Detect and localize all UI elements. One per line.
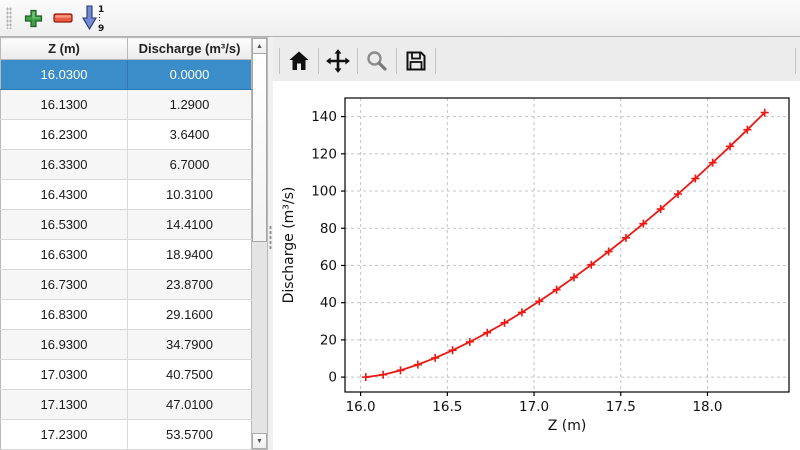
- rating-table: Z (m) Discharge (m³/s) 16.03000.000016.1…: [0, 37, 252, 450]
- y-tick-label: 100: [311, 184, 337, 200]
- chart-home-button[interactable]: [282, 45, 316, 77]
- table-cell[interactable]: 16.3300: [1, 150, 128, 180]
- chart-save-button[interactable]: [399, 45, 433, 77]
- table-cell[interactable]: 18.9400: [128, 240, 252, 270]
- toolbar-separator: [318, 48, 319, 74]
- table-cell[interactable]: 47.0100: [128, 390, 252, 420]
- table-row[interactable]: 16.430010.3100: [1, 180, 252, 210]
- scrollbar-up-button[interactable]: ▲: [252, 38, 267, 54]
- table-cell[interactable]: 6.7000: [128, 150, 252, 180]
- table-cell[interactable]: 16.1300: [1, 90, 128, 120]
- y-axis-label: Discharge (m³/s): [281, 187, 297, 304]
- table-cell[interactable]: 16.4300: [1, 180, 128, 210]
- move-icon: [325, 48, 351, 74]
- sort-rows-button[interactable]: 1 9: [78, 3, 108, 33]
- table-cell[interactable]: 10.3100: [128, 180, 252, 210]
- table-cell[interactable]: 17.1300: [1, 390, 128, 420]
- magnifier-icon: [365, 49, 389, 73]
- table-row[interactable]: 16.23003.6400: [1, 120, 252, 150]
- table-cell[interactable]: 16.5300: [1, 210, 128, 240]
- svg-text:9: 9: [98, 24, 104, 32]
- y-tick-label: 40: [320, 295, 337, 311]
- table-scrollbar[interactable]: ▲ ▼: [252, 37, 268, 450]
- table-row[interactable]: 17.130047.0100: [1, 390, 252, 420]
- y-tick-label: 140: [311, 109, 337, 125]
- table-row[interactable]: 17.230053.5700: [1, 420, 252, 450]
- splitter-grip-icon: [269, 225, 272, 249]
- home-icon: [287, 49, 311, 73]
- table-row[interactable]: 16.03000.0000: [1, 60, 252, 90]
- x-tick-label: 17.5: [606, 399, 636, 415]
- table-cell[interactable]: 16.8300: [1, 300, 128, 330]
- toolbar-separator: [435, 48, 436, 74]
- table-cell[interactable]: 16.0300: [1, 60, 128, 90]
- y-tick-label: 120: [311, 146, 337, 162]
- chart-toolbar: [273, 37, 800, 81]
- table-cell[interactable]: 1.2900: [128, 90, 252, 120]
- panel-splitter[interactable]: [268, 37, 273, 450]
- table-cell[interactable]: 16.9300: [1, 330, 128, 360]
- table-cell[interactable]: 53.5700: [128, 420, 252, 450]
- x-tick-label: 16.5: [432, 399, 462, 415]
- svg-text:1: 1: [98, 5, 104, 15]
- scrollbar-thumb[interactable]: [252, 54, 267, 242]
- toolbar-drag-handle[interactable]: [6, 7, 12, 29]
- toolbar-separator: [396, 48, 397, 74]
- table-row[interactable]: 16.930034.7900: [1, 330, 252, 360]
- x-tick-label: 18.0: [692, 399, 722, 415]
- y-tick-label: 20: [320, 332, 337, 348]
- main-toolbar: 1 9: [0, 0, 800, 37]
- table-row[interactable]: 16.530014.4100: [1, 210, 252, 240]
- table-cell[interactable]: 34.7900: [128, 330, 252, 360]
- plus-icon: [24, 9, 43, 28]
- y-tick-label: 60: [320, 258, 337, 274]
- table-body: 16.03000.000016.13001.290016.23003.64001…: [1, 60, 252, 450]
- table-row[interactable]: 16.830029.1600: [1, 300, 252, 330]
- toolbar-separator: [795, 48, 796, 74]
- save-icon: [404, 49, 428, 73]
- column-header-z[interactable]: Z (m): [1, 38, 128, 60]
- table-row[interactable]: 16.33006.7000: [1, 150, 252, 180]
- toolbar-separator: [357, 48, 358, 74]
- table-row[interactable]: 16.13001.2900: [1, 90, 252, 120]
- chart-figure: 16.0 16.5 17.0 17.5 18.0 0 20 40 60 80 100 120 140 Z …: [273, 81, 800, 450]
- y-tick-label: 0: [328, 370, 337, 386]
- table-header-row: Z (m) Discharge (m³/s): [1, 38, 252, 60]
- table-cell[interactable]: 16.7300: [1, 270, 128, 300]
- table-cell[interactable]: 17.0300: [1, 360, 128, 390]
- table-cell[interactable]: 0.0000: [128, 60, 252, 90]
- x-tick-label: 16.0: [346, 399, 376, 415]
- chart-panel: 16.0 16.5 17.0 17.5 18.0 0 20 40 60 80 100 120 140 Z …: [273, 37, 800, 450]
- table-cell[interactable]: 40.7500: [128, 360, 252, 390]
- table-row[interactable]: 16.630018.9400: [1, 240, 252, 270]
- scrollbar-down-button[interactable]: ▼: [252, 433, 267, 449]
- table-cell[interactable]: 3.6400: [128, 120, 252, 150]
- table-cell[interactable]: 14.4100: [128, 210, 252, 240]
- x-tick-label: 17.0: [519, 399, 549, 415]
- toolbar-separator: [279, 48, 280, 74]
- add-row-button[interactable]: [18, 3, 48, 33]
- y-tick-label: 80: [320, 221, 337, 237]
- table-cell[interactable]: 16.2300: [1, 120, 128, 150]
- rating-table-panel: Z (m) Discharge (m³/s) 16.03000.000016.1…: [0, 37, 268, 450]
- remove-row-button[interactable]: [48, 3, 78, 33]
- minus-icon: [53, 13, 73, 23]
- table-cell[interactable]: 16.6300: [1, 240, 128, 270]
- chart-zoom-button[interactable]: [360, 45, 394, 77]
- x-axis-label: Z (m): [548, 418, 587, 434]
- column-header-discharge[interactable]: Discharge (m³/s): [128, 38, 252, 60]
- discharge-curve-plot[interactable]: 16.0 16.5 17.0 17.5 18.0 0 20 40 60 80 100 120 140 Z …: [273, 81, 800, 450]
- table-cell[interactable]: 23.8700: [128, 270, 252, 300]
- table-row[interactable]: 17.030040.7500: [1, 360, 252, 390]
- table-row[interactable]: 16.730023.8700: [1, 270, 252, 300]
- sort-ascending-icon: 1 9: [81, 4, 105, 32]
- chart-pan-button[interactable]: [321, 45, 355, 77]
- table-cell[interactable]: 29.1600: [128, 300, 252, 330]
- table-cell[interactable]: 17.2300: [1, 420, 128, 450]
